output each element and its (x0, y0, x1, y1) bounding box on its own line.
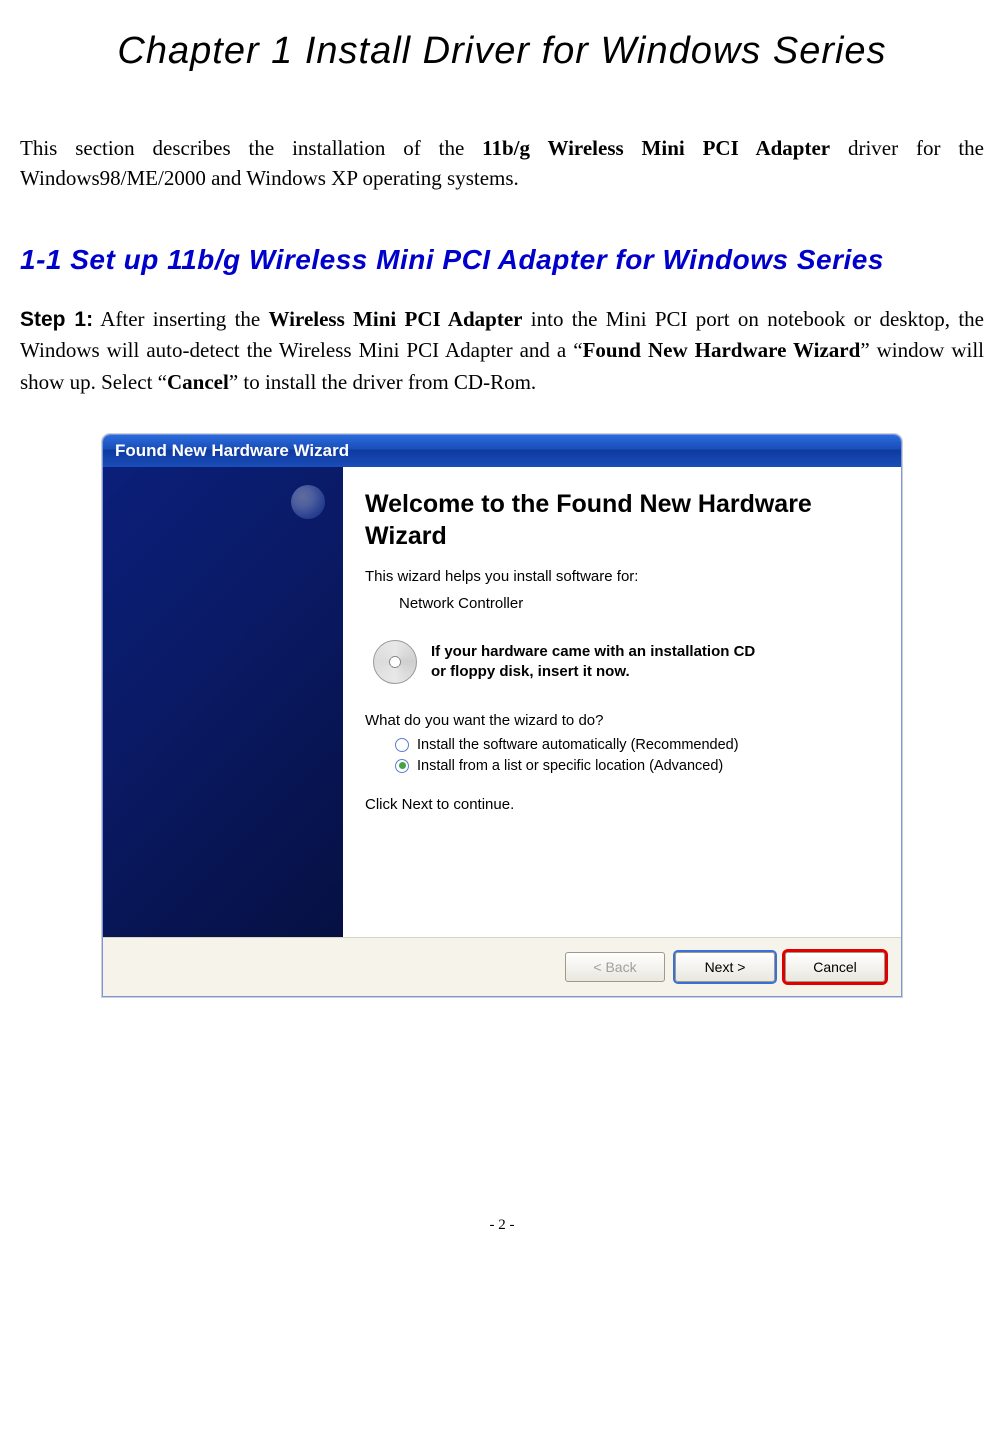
wizard-helps-text: This wizard helps you install software f… (365, 568, 873, 585)
radio-icon[interactable] (395, 738, 409, 752)
wizard-titlebar[interactable]: Found New Hardware Wizard (103, 435, 901, 467)
wizard-footer: < Back Next > Cancel (103, 937, 901, 996)
section-heading: 1-1 Set up 11b/g Wireless Mini PCI Adapt… (20, 244, 984, 276)
wizard-prompt: What do you want the wizard to do? (365, 712, 873, 729)
radio-icon-selected[interactable] (395, 759, 409, 773)
page-number: - 2 - (20, 1217, 984, 1234)
step-label: Step 1: (20, 308, 93, 331)
step-t4: ” to install the driver from CD-Rom. (229, 370, 536, 394)
step-1-paragraph: Step 1: After inserting the Wireless Min… (20, 304, 984, 399)
wizard-sidebar-graphic (103, 467, 343, 937)
wizard-continue-text: Click Next to continue. (365, 796, 873, 813)
wizard-heading: Welcome to the Found New Hardware Wizard (365, 489, 873, 552)
step-b1: Wireless Mini PCI Adapter (269, 307, 523, 331)
intro-paragraph: This section describes the installation … (20, 133, 984, 194)
wizard-window: Found New Hardware Wizard Welcome to the… (102, 434, 902, 997)
chapter-title: Chapter 1 Install Driver for Windows Ser… (20, 30, 984, 73)
intro-text-pre: This section describes the installation … (20, 136, 482, 160)
intro-bold: 11b/g Wireless Mini PCI Adapter (482, 136, 830, 160)
cd-line2: or floppy disk, insert it now. (431, 663, 630, 680)
wizard-title-text: Found New Hardware Wizard (115, 441, 349, 461)
step-b2: Found New Hardware Wizard (583, 338, 861, 362)
cd-icon (373, 640, 417, 684)
next-button[interactable]: Next > (675, 952, 775, 982)
radio-option-auto[interactable]: Install the software automatically (Reco… (395, 737, 873, 753)
step-t1: After inserting the (93, 307, 268, 331)
wizard-cd-text: If your hardware came with an installati… (431, 642, 755, 683)
back-button: < Back (565, 952, 665, 982)
wizard-cd-callout: If your hardware came with an installati… (373, 640, 873, 684)
radio-label-2: Install from a list or specific location… (417, 758, 723, 774)
step-b3: Cancel (167, 370, 229, 394)
wizard-body: Welcome to the Found New Hardware Wizard… (103, 467, 901, 937)
cd-line1: If your hardware came with an installati… (431, 643, 755, 660)
wizard-content: Welcome to the Found New Hardware Wizard… (343, 467, 901, 937)
radio-option-advanced[interactable]: Install from a list or specific location… (395, 758, 873, 774)
wizard-device-name: Network Controller (399, 595, 873, 612)
cancel-button[interactable]: Cancel (785, 952, 885, 982)
radio-label-1: Install the software automatically (Reco… (417, 737, 739, 753)
